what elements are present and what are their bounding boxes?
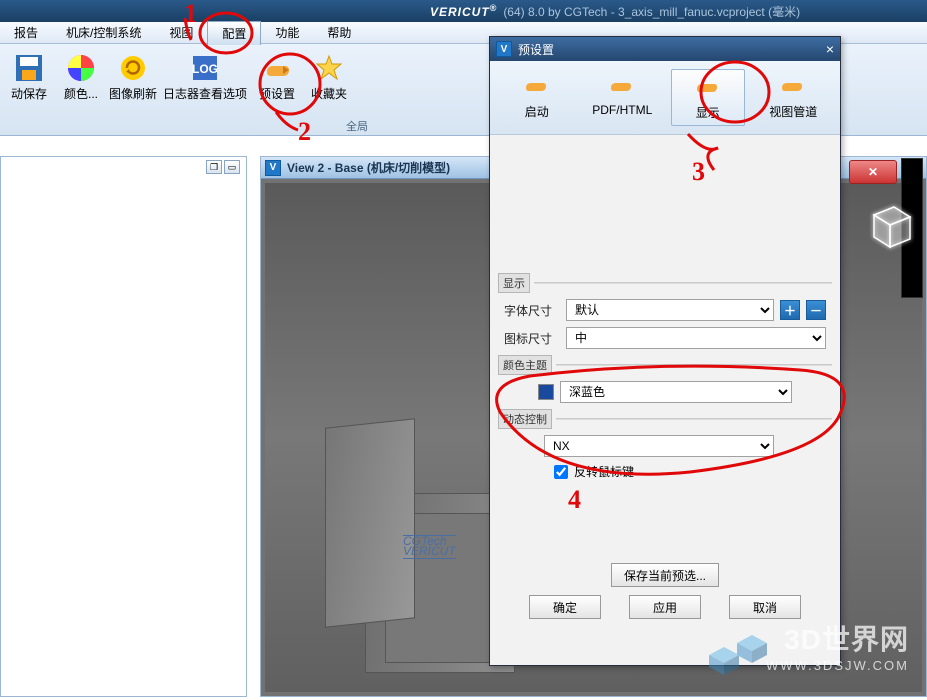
close-icon: ✕ — [868, 165, 878, 179]
section-theme: 颜色主题 — [498, 355, 832, 375]
rbtn-preset[interactable]: 预设置 — [251, 48, 303, 105]
icon-size-label: 图标尺寸 — [504, 330, 560, 347]
menu-view[interactable]: 视图 — [155, 21, 207, 44]
wireframe-cube-icon — [864, 197, 918, 251]
menu-report[interactable]: 报告 — [0, 21, 52, 44]
menu-config[interactable]: 配置 — [207, 21, 261, 45]
ribbon-group-label: 全局 — [346, 118, 368, 134]
rbtn-preset-label: 预设置 — [259, 88, 295, 101]
minus-icon: － — [810, 302, 822, 319]
floppy-icon — [13, 52, 45, 84]
decrease-button[interactable]: － — [806, 300, 826, 320]
theme-select[interactable]: 深蓝色 — [560, 381, 792, 403]
font-size-label: 字体尺寸 — [504, 302, 560, 319]
cancel-button[interactable]: 取消 — [729, 595, 801, 619]
log-icon: LOG — [189, 52, 221, 84]
tab-display[interactable]: 显示 — [671, 69, 745, 126]
font-size-select[interactable]: 默认 — [566, 299, 774, 321]
rbtn-favorites-label: 收藏夹 — [311, 88, 347, 101]
tab-start[interactable]: 启动 — [500, 69, 574, 124]
view2-title-text: View 2 - Base (机床/切削模型) — [287, 159, 450, 176]
color-wheel-icon — [65, 52, 97, 84]
tab-pdf[interactable]: PDF/HTML — [585, 69, 659, 121]
app-logo: VERICUT® — [430, 3, 497, 19]
tab-start-label: 启动 — [525, 103, 549, 120]
star-icon — [313, 52, 345, 84]
rbtn-logview-label: 日志器查看选项 — [163, 88, 247, 101]
rbtn-imgrefresh[interactable]: 图像刷新 — [107, 48, 159, 105]
dialog-tabs: 启动 PDF/HTML 显示 视图管道 — [490, 61, 840, 135]
invert-mouse-checkbox[interactable] — [554, 465, 568, 479]
ok-button[interactable]: 确定 — [529, 595, 601, 619]
tab-display-label: 显示 — [696, 104, 720, 121]
preset-dialog: V 预设置 × 启动 PDF/HTML 显示 视图管道 显示 字体尺寸 默认 ＋… — [489, 36, 841, 666]
dialog-close-icon[interactable]: × — [826, 41, 834, 57]
invert-mouse-label: 反转鼠标键 — [574, 463, 634, 480]
tab-pipeline-label: 视图管道 — [769, 103, 817, 120]
plus-icon: ＋ — [784, 302, 796, 319]
hand-point-icon — [694, 74, 722, 100]
dialog-title-text: 预设置 — [518, 41, 554, 58]
theme-swatch-icon — [538, 384, 554, 400]
icon-size-select[interactable]: 中 — [566, 327, 826, 349]
section-dyn: 动态控制 — [498, 409, 832, 429]
tab-pdf-label: PDF/HTML — [592, 103, 652, 117]
close-button[interactable]: ✕ — [849, 160, 897, 184]
save-current-button[interactable]: 保存当前预选... — [611, 563, 719, 587]
app-title-suffix: (64) 8.0 by CGTech - 3_axis_mill_fanuc.v… — [503, 3, 800, 20]
hand-point-icon — [779, 73, 807, 99]
right-viewport-slice — [901, 158, 923, 298]
row-font-size: 字体尺寸 默认 ＋ － — [498, 299, 832, 321]
tab-pipeline[interactable]: 视图管道 — [756, 69, 830, 124]
increase-button[interactable]: ＋ — [780, 300, 800, 320]
refresh-icon — [117, 52, 149, 84]
section-display: 显示 — [498, 273, 832, 293]
svg-text:LOG: LOG — [192, 62, 218, 76]
apply-button[interactable]: 应用 — [629, 595, 701, 619]
panel-restore-icon[interactable]: ❐ — [206, 160, 222, 174]
vericut-v-icon: V — [496, 41, 512, 57]
dialog-titlebar[interactable]: V 预设置 × — [490, 37, 840, 61]
panel-max-icon[interactable]: ▭ — [224, 160, 240, 174]
rbtn-logview[interactable]: LOG 日志器查看选项 — [159, 48, 251, 105]
rbtn-color[interactable]: 颜色... — [55, 48, 107, 105]
rbtn-imgrefresh-label: 图像刷新 — [109, 88, 157, 101]
dialog-body: 显示 字体尺寸 默认 ＋ － 图标尺寸 中 颜色主题 深蓝色 动态控制 NX 反… — [490, 135, 840, 627]
dyn-control-select[interactable]: NX — [544, 435, 774, 457]
row-icon-size: 图标尺寸 中 — [498, 327, 832, 349]
app-titlebar: VERICUT® (64) 8.0 by CGTech - 3_axis_mil… — [0, 0, 927, 22]
vericut-v-icon: V — [265, 160, 281, 176]
hand-point-icon — [261, 52, 293, 84]
hand-point-icon — [523, 73, 551, 99]
menu-machine[interactable]: 机床/控制系统 — [52, 21, 155, 44]
rbtn-autosave[interactable]: 动保存 — [3, 48, 55, 105]
rbtn-autosave-label: 动保存 — [11, 88, 47, 101]
rbtn-favorites[interactable]: 收藏夹 — [303, 48, 355, 105]
rbtn-color-label: 颜色... — [64, 88, 98, 101]
menu-function[interactable]: 功能 — [261, 21, 313, 44]
menu-help[interactable]: 帮助 — [313, 21, 365, 44]
hand-point-icon — [608, 73, 636, 99]
left-panel: ❐ ▭ — [0, 156, 247, 697]
